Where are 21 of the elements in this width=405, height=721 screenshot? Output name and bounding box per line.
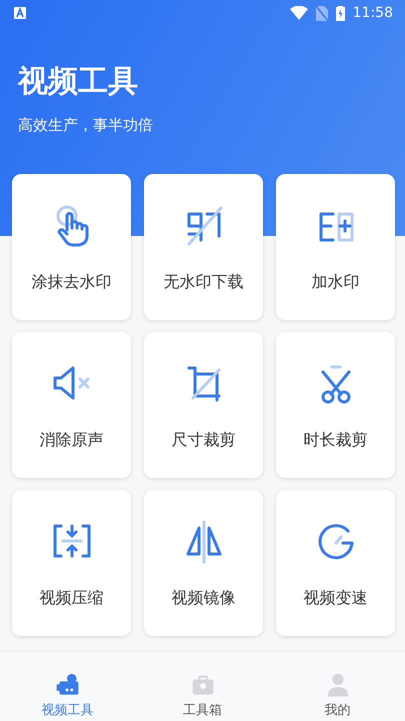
tool-card[interactable]: 无水印下载 [144, 174, 263, 320]
nav-tab[interactable]: 我的 [270, 652, 405, 721]
wifi-icon [290, 6, 308, 20]
tool-card[interactable]: 涂抹去水印 [12, 174, 131, 320]
tool-card[interactable]: 时长裁剪 [276, 332, 395, 478]
tool-card[interactable]: 视频压缩 [12, 490, 131, 636]
app-notification-icon [14, 7, 26, 19]
tool-card[interactable]: 视频镜像 [144, 490, 263, 636]
tool-card[interactable]: 消除原声 [12, 332, 131, 478]
battery-charging-icon [336, 5, 345, 21]
tool-card[interactable]: 尺寸裁剪 [144, 332, 263, 478]
no-sim-icon [316, 6, 328, 20]
nav-tab[interactable]: 视频工具 [0, 652, 135, 721]
page-title: 视频工具 [18, 64, 139, 100]
nav-tab[interactable]: 工具箱 [135, 652, 270, 721]
tool-card[interactable]: 加水印 [276, 174, 395, 320]
tool-card[interactable]: 视频变速 [276, 490, 395, 636]
status-time: 11:58 [352, 4, 393, 22]
page-subtitle: 高效生产，事半功倍 [18, 115, 154, 136]
video-camera-icon [54, 672, 80, 696]
person-icon [324, 672, 350, 696]
